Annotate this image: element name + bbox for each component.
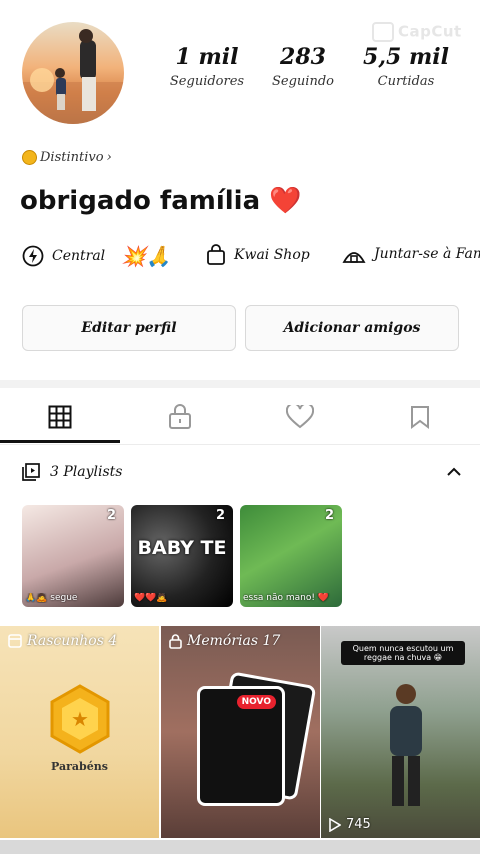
- tab-private[interactable]: [120, 390, 240, 444]
- following-stat[interactable]: 283 Seguindo: [258, 44, 348, 89]
- playlists-header[interactable]: 3 Playlists: [22, 460, 462, 484]
- memories-label: Memórias 17: [187, 633, 281, 649]
- playlist-caption: 🙏🙇 segue: [25, 593, 78, 603]
- badge-icon: [22, 150, 37, 165]
- drafts-icon: [8, 634, 22, 648]
- followers-stat[interactable]: 1 mil Seguidores: [162, 44, 252, 89]
- playlist-caption: essa não mano! ❤️: [243, 593, 330, 603]
- shopping-bag-icon: [207, 244, 225, 265]
- badge-link[interactable]: Distintivo ›: [22, 150, 112, 165]
- likes-label: Curtidas: [377, 74, 435, 89]
- play-icon: [329, 817, 341, 832]
- chevron-right-icon: ›: [106, 150, 112, 165]
- lightning-icon: [22, 245, 44, 267]
- memories-tile[interactable]: Memórias 17 NOVO: [161, 626, 320, 838]
- playlist-card[interactable]: 2 BABY TE ❤️❤️🙇: [131, 505, 233, 607]
- bookmark-icon: [411, 406, 429, 429]
- playlist-card[interactable]: 2 🙏🙇 segue: [22, 505, 124, 607]
- medal-icon: ★: [50, 684, 110, 754]
- heart-icon: [286, 405, 314, 429]
- playlist-card[interactable]: 2 essa não mano! ❤️: [240, 505, 342, 607]
- kwai-shop-label: Kwai Shop: [234, 247, 310, 263]
- video-views: 745: [329, 817, 371, 832]
- add-friends-button[interactable]: Adicionar amigos: [245, 305, 459, 351]
- tab-liked[interactable]: [240, 390, 360, 444]
- tab-saved[interactable]: [360, 390, 480, 444]
- likes-stat[interactable]: 5,5 mil Curtidas: [361, 44, 451, 89]
- drafts-label-row: Rascunhos 4: [8, 633, 117, 649]
- profile-tabs: [0, 390, 480, 445]
- drafts-label: Rascunhos 4: [27, 633, 118, 649]
- video-tile[interactable]: Quem nunca escutou um reggae na chuva 😁 …: [321, 626, 480, 838]
- lock-icon: [169, 633, 182, 649]
- playlist-overlay-text: BABY TE: [137, 537, 227, 559]
- video-person-image: [390, 684, 422, 806]
- memories-label-row: Memórias 17: [169, 633, 280, 649]
- video-views-count: 745: [346, 817, 371, 832]
- bio-text: obrigado família ❤️: [20, 186, 302, 216]
- join-family-link[interactable]: Juntar-se à Fam: [342, 244, 480, 264]
- followers-label: Seguidores: [169, 74, 245, 89]
- central-emoji: 💥🙏: [121, 244, 171, 268]
- following-count: 283: [280, 44, 326, 70]
- profile-links-row: Central 💥🙏 Kwai Shop Juntar-se à Fam: [22, 244, 480, 274]
- video-caption-text: Quem nunca escutou um reggae na chuva 😁: [341, 641, 465, 665]
- badge-label: Distintivo: [40, 150, 104, 165]
- kwai-shop-link[interactable]: Kwai Shop: [206, 244, 310, 266]
- tab-grid[interactable]: [0, 390, 120, 444]
- join-family-label: Juntar-se à Fam: [374, 246, 480, 262]
- avatar[interactable]: [22, 22, 124, 124]
- likes-count: 5,5 mil: [363, 44, 449, 70]
- followers-count: 1 mil: [175, 44, 239, 70]
- edit-profile-button[interactable]: Editar perfil: [22, 305, 236, 351]
- family-house-icon: [342, 252, 366, 263]
- playlist-count: 2: [215, 508, 225, 523]
- memories-card-front: NOVO: [197, 686, 285, 806]
- drafts-tile[interactable]: Rascunhos 4 ★ Parabéns: [0, 626, 159, 838]
- playlist-count: 2: [106, 508, 116, 523]
- grid-icon: [48, 405, 72, 429]
- avatar-photo: [22, 29, 124, 124]
- chevron-up-icon[interactable]: [446, 466, 462, 478]
- playlist-caption: ❤️❤️🙇: [134, 593, 168, 603]
- capcut-watermark: CapCut: [372, 22, 476, 44]
- following-label: Seguindo: [272, 74, 334, 89]
- lock-icon: [169, 404, 191, 429]
- playlist-count: 2: [324, 508, 334, 523]
- svg-text:★: ★: [71, 707, 89, 731]
- central-label: Central: [52, 248, 106, 264]
- playlists-label: 3 Playlists: [50, 464, 123, 480]
- section-divider: [0, 380, 480, 388]
- playlist-icon: [22, 463, 40, 481]
- drafts-inner-text: Parabéns: [51, 760, 108, 773]
- new-badge: NOVO: [236, 695, 276, 709]
- next-row-preview: [0, 840, 480, 854]
- active-tab-indicator: [0, 440, 120, 443]
- capcut-logo-icon: [372, 22, 394, 42]
- central-link[interactable]: Central 💥🙏: [22, 244, 171, 268]
